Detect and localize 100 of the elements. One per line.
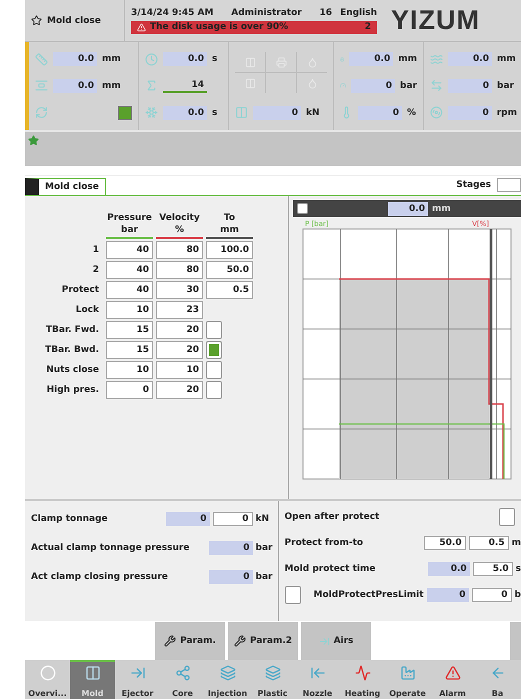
star-icon[interactable]: [28, 135, 39, 146]
pressure-field[interactable]: 15: [106, 321, 153, 339]
mold-close-tab[interactable]: Mold close: [25, 178, 106, 195]
velocity-field[interactable]: 80: [156, 261, 203, 279]
arrows-icon: [430, 79, 443, 92]
velocity-field[interactable]: 23: [156, 301, 203, 319]
nav-tab[interactable]: Injection: [205, 660, 250, 699]
mold-icon: [84, 665, 100, 681]
row-label: TBar. Bwd.: [44, 344, 100, 357]
warning-icon: [137, 22, 146, 32]
branch-icon: [174, 665, 190, 681]
input-field[interactable]: 5.0: [472, 562, 513, 576]
velocity-field[interactable]: 20: [156, 321, 203, 339]
checkbox[interactable]: [206, 341, 222, 359]
nav-tab[interactable]: Overvi...: [25, 660, 70, 699]
heating-icon: [354, 665, 370, 681]
unit-label: bar: [256, 572, 274, 582]
value-field: 0: [351, 78, 396, 93]
wrench-icon: [234, 635, 246, 647]
velocity-field[interactable]: 80: [156, 241, 203, 259]
checkbox[interactable]: [499, 508, 515, 526]
row-label: Nuts close: [45, 364, 100, 377]
column-header: Velocity %: [156, 212, 203, 239]
input-field[interactable]: 0.5: [468, 536, 509, 550]
nav-tab[interactable]: Core: [160, 660, 205, 699]
alarm-count: 2: [364, 22, 371, 32]
param-label: Actual clamp tonnage pressure: [31, 542, 190, 552]
disc-icon: [430, 106, 443, 120]
nav-tab[interactable]: Nozzle: [295, 660, 340, 699]
value-field: 0.0: [163, 52, 207, 66]
pressure-field[interactable]: 15: [106, 341, 153, 359]
value-field: 0.0: [349, 52, 394, 66]
position-field[interactable]: 0.5: [206, 281, 253, 299]
pressure-field[interactable]: 40: [106, 261, 153, 279]
actual-field: 0: [208, 540, 253, 554]
param-label: Mold protect time: [284, 564, 376, 574]
unit-label: kN: [306, 108, 320, 118]
param-label: Protect from-to: [284, 538, 364, 548]
circle-icon: [40, 665, 56, 681]
pressure-field[interactable]: 0: [106, 381, 153, 399]
nav-tab[interactable]: Heating: [340, 660, 385, 699]
unit-label: mm: [398, 54, 417, 64]
row-label: Protect: [60, 284, 100, 297]
pressure-field[interactable]: 40: [106, 241, 153, 259]
unit-label: mm: [102, 80, 121, 91]
nav-tab[interactable]: Operate: [385, 660, 430, 699]
param-label: Act clamp closing pressure: [31, 572, 169, 582]
unit-label: s: [212, 108, 218, 118]
nav-tab[interactable]: Plastic: [250, 660, 295, 699]
checkbox[interactable]: [206, 381, 222, 399]
checkbox[interactable]: [284, 586, 301, 604]
input-field[interactable]: 50.0: [424, 536, 466, 550]
pressure-field[interactable]: 10: [106, 361, 153, 379]
language-label: English: [340, 8, 377, 18]
nav-tab[interactable]: Ejector: [115, 660, 160, 699]
value-field: 0: [358, 106, 402, 120]
pressure-field[interactable]: 10: [106, 301, 153, 319]
unit-label: b: [514, 590, 521, 600]
row-label: Lock: [74, 304, 100, 317]
velocity-field[interactable]: 10: [156, 361, 203, 379]
arrow-icon: [130, 665, 146, 681]
unit-label: mm: [497, 54, 516, 64]
checkbox[interactable]: [206, 361, 222, 379]
param-label: Clamp tonnage: [31, 514, 109, 524]
alarm-message: The disk usage is over 90%: [150, 22, 290, 32]
submenu-button[interactable]: Airs: [301, 622, 371, 660]
input-field[interactable]: 0: [472, 588, 512, 602]
gap-icon: [35, 79, 48, 92]
row-label: TBar. Fwd.: [44, 324, 100, 337]
row-label: 1: [92, 244, 100, 257]
actual-field: 0: [166, 512, 210, 526]
actual-field: 0.0: [428, 562, 470, 576]
star-icon[interactable]: [31, 15, 42, 26]
pressure-field[interactable]: 40: [106, 281, 153, 299]
submenu-button[interactable]: Param.2: [228, 622, 298, 660]
column-header: Pressure bar: [106, 212, 153, 239]
velocity-field[interactable]: 20: [156, 341, 203, 359]
back-icon: [490, 665, 506, 681]
rotation-icon: [35, 106, 48, 120]
submenu-button[interactable]: Param.: [155, 622, 225, 660]
unit-label: bar: [497, 80, 514, 91]
clock-icon: [145, 52, 158, 66]
row-label: High pres.: [46, 384, 100, 397]
stages-field[interactable]: [497, 178, 521, 192]
nav-tab[interactable]: Ba: [475, 660, 520, 699]
velocity-field[interactable]: 20: [156, 381, 203, 399]
position-field[interactable]: 100.0: [206, 241, 253, 259]
unit-label: mm: [432, 204, 451, 214]
force-icon: [235, 106, 248, 120]
input-field[interactable]: 0: [212, 512, 253, 526]
unit-label: rpm: [496, 108, 517, 118]
position-field[interactable]: 50.0: [206, 261, 253, 279]
actual-field: 0: [426, 588, 469, 602]
checkbox[interactable]: [297, 203, 308, 214]
checkbox[interactable]: [206, 321, 222, 339]
user-name: Administrator: [231, 8, 302, 18]
nav-tab[interactable]: Alarm: [430, 660, 475, 699]
velocity-field[interactable]: 30: [156, 281, 203, 299]
date-time: 3/14/24 9:45 AM: [131, 8, 214, 18]
unit-label: s: [516, 564, 521, 574]
